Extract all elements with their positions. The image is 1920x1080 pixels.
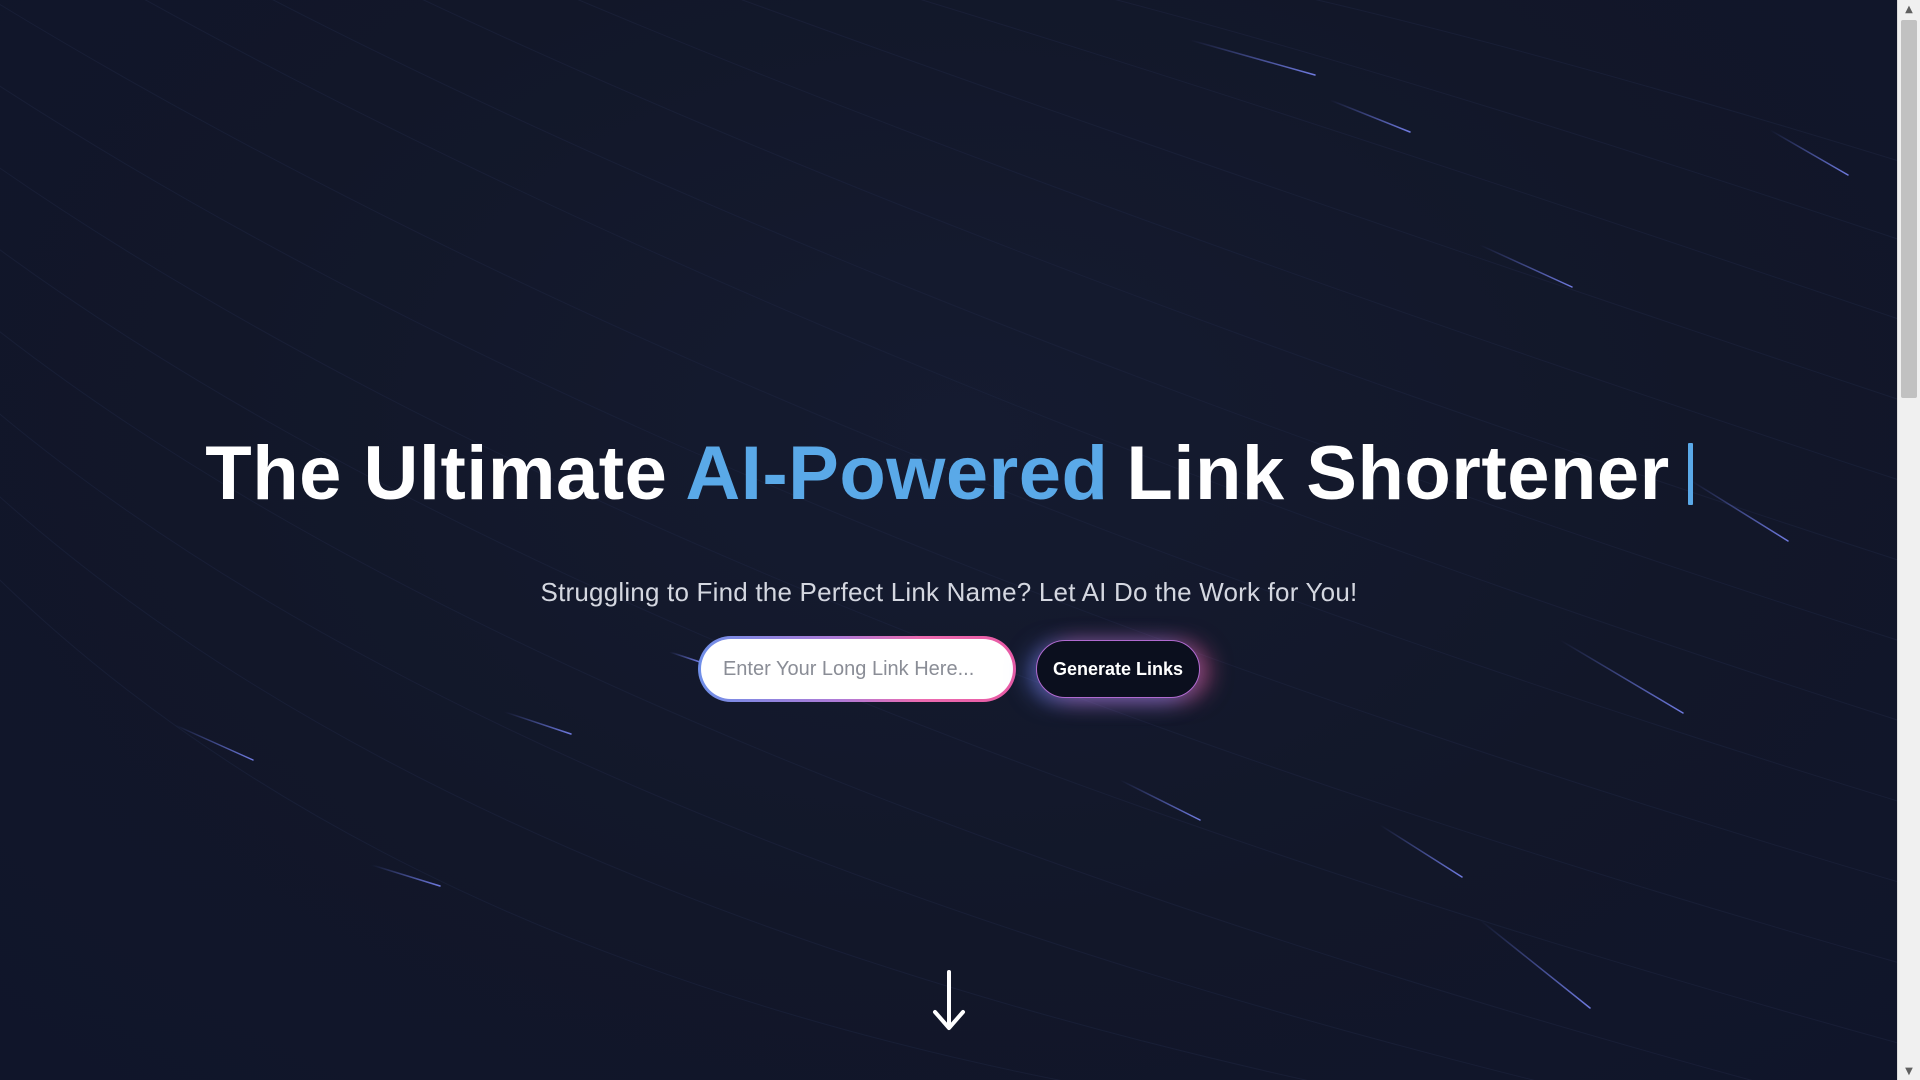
link-input-border bbox=[697, 636, 1016, 702]
link-form: Generate Links bbox=[0, 636, 1898, 702]
title-text-start: The Ultimate bbox=[205, 431, 668, 516]
typing-cursor bbox=[1687, 442, 1693, 505]
title-text-end: Link Shortener bbox=[1126, 431, 1670, 516]
title-accent-text: AI-Powered bbox=[685, 431, 1109, 516]
page-title: The Ultimate AI-Powered Link Shortener bbox=[205, 430, 1693, 517]
arrow-down-icon[interactable] bbox=[929, 970, 969, 1032]
scroll-up-icon[interactable]: ▲ bbox=[1898, 0, 1920, 18]
landing-page: The Ultimate AI-Powered Link Shortener S… bbox=[0, 0, 1920, 1080]
vertical-scrollbar[interactable]: ▲ ▼ bbox=[1897, 0, 1920, 1080]
scroll-down-icon[interactable]: ▼ bbox=[1898, 1062, 1920, 1080]
long-link-input[interactable] bbox=[700, 639, 1013, 699]
generate-links-button[interactable]: Generate Links bbox=[1035, 640, 1201, 698]
page-subtitle: Struggling to Find the Perfect Link Name… bbox=[540, 577, 1358, 607]
hero-section: The Ultimate AI-Powered Link Shortener S… bbox=[0, 430, 1898, 702]
scrollbar-thumb[interactable] bbox=[1901, 20, 1917, 398]
